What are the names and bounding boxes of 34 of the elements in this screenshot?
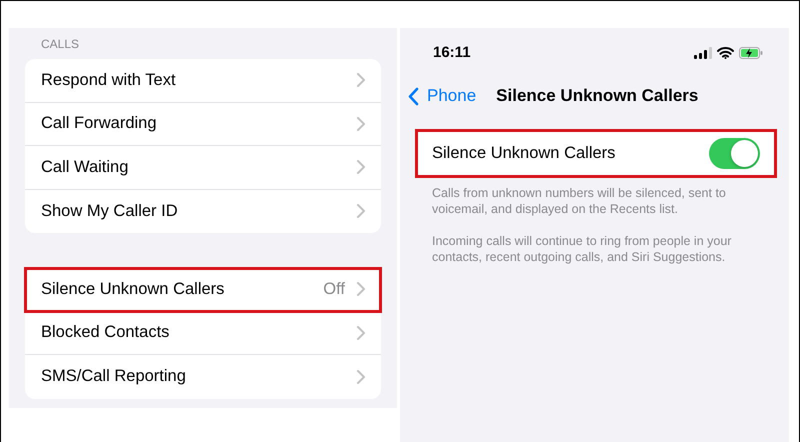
row-label: Blocked Contacts bbox=[41, 323, 170, 342]
battery-charging-icon bbox=[739, 46, 763, 58]
settings-row[interactable]: Respond with Text bbox=[25, 59, 381, 102]
chevron-icon bbox=[357, 160, 365, 174]
settings-row[interactable]: Silence Unknown Callers Off bbox=[25, 268, 381, 312]
footer-note: Incoming calls will continue to ring from people in your contacts, recent outgoing calls, and Siri Suggestions. bbox=[432, 233, 732, 265]
row-label: Respond with Text bbox=[41, 70, 177, 90]
status-time: 16:11 bbox=[433, 44, 471, 61]
row-label: SMS/Call Reporting bbox=[41, 367, 187, 386]
row-label: Call Forwarding bbox=[41, 114, 158, 134]
signal-icon bbox=[694, 46, 712, 58]
settings-row[interactable]: Show My Caller ID bbox=[25, 190, 381, 233]
chevron-icon bbox=[357, 116, 365, 131]
footer-note: Calls from unknown numbers will be silenced, sent to voicemail, and displayed on the Recents list. bbox=[432, 185, 727, 217]
back-chevron-icon bbox=[408, 86, 419, 106]
toggle-label: Silence Unknown Callers bbox=[432, 144, 616, 163]
row-label: Show My Caller ID bbox=[41, 202, 179, 221]
row-label: Call Waiting bbox=[41, 158, 130, 177]
back-button[interactable]: Phone bbox=[408, 86, 476, 106]
settings-row[interactable]: SMS/Call Reporting bbox=[25, 355, 381, 398]
row-label: Silence Unknown Callers bbox=[41, 280, 226, 299]
chevron-icon bbox=[357, 282, 365, 296]
settings-row[interactable]: Call Forwarding bbox=[25, 102, 381, 146]
chevron-icon bbox=[357, 370, 365, 384]
settings-row[interactable]: Blocked Contacts bbox=[25, 312, 381, 355]
chevron-icon bbox=[357, 73, 365, 88]
chevron-icon bbox=[357, 326, 365, 340]
row-value: Off bbox=[323, 280, 345, 299]
chevron-icon bbox=[357, 204, 365, 218]
section-header: CALLS bbox=[40, 37, 80, 53]
wifi-icon bbox=[717, 46, 734, 58]
screen-title: Silence Unknown Callers bbox=[496, 86, 698, 106]
toggle-switch[interactable] bbox=[709, 138, 760, 169]
settings-row[interactable]: Call Waiting bbox=[25, 146, 381, 190]
